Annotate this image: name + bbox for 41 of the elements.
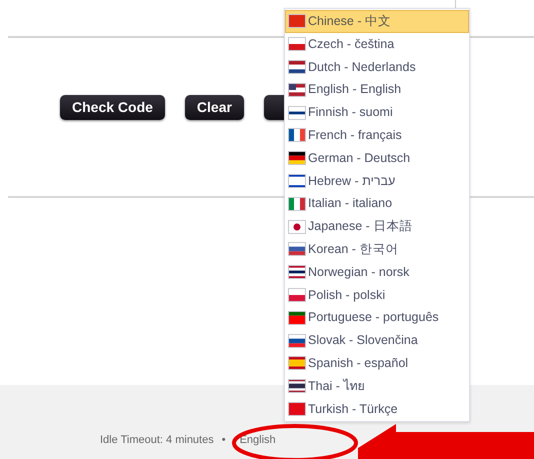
flag-icon xyxy=(288,14,306,28)
language-option[interactable]: Slovak - Slovenčina xyxy=(285,329,469,352)
language-option[interactable]: Italian - italiano xyxy=(285,192,469,216)
language-option[interactable]: Dutch - Nederlands xyxy=(285,56,469,78)
language-option[interactable]: Hebrew - עברית xyxy=(285,170,469,192)
language-option[interactable]: German - Deutsch xyxy=(285,146,469,170)
language-option[interactable]: Portuguese - português xyxy=(285,306,469,330)
language-option[interactable]: Turkish - Türkçe xyxy=(285,398,469,420)
flag-icon xyxy=(288,334,306,348)
flag-icon xyxy=(288,174,306,188)
flag-icon xyxy=(288,242,306,256)
flag-icon xyxy=(288,151,306,166)
idle-timeout-text: Idle Timeout: 4 minutes xyxy=(100,433,214,448)
language-option[interactable]: English - English xyxy=(285,78,469,102)
flag-icon xyxy=(288,128,306,142)
flag-icon xyxy=(288,82,306,97)
flag-icon xyxy=(288,220,306,234)
action-button[interactable]: Clear xyxy=(184,95,244,120)
flag-icon xyxy=(288,37,306,52)
language-option[interactable]: Japanese - 日本語 xyxy=(285,215,469,238)
language-option[interactable]: Spanish - español xyxy=(285,352,469,375)
flag-icon xyxy=(288,196,306,211)
language-option[interactable]: Norwegian - norsk xyxy=(285,260,469,284)
language-option[interactable]: Czech - čeština xyxy=(285,32,469,56)
flag-icon xyxy=(288,310,306,325)
flag-icon xyxy=(288,106,306,120)
language-option[interactable]: Korean - 한국어 xyxy=(285,238,469,261)
flag-icon xyxy=(288,265,306,280)
language-option[interactable]: French - français xyxy=(285,124,469,147)
flag-icon xyxy=(288,402,306,416)
language-option[interactable]: Chinese - 中文 xyxy=(285,10,469,33)
language-option[interactable]: Polish - polski xyxy=(285,284,469,306)
language-option[interactable]: Thai - ไทย xyxy=(285,374,469,398)
separator-dot: • xyxy=(222,433,226,448)
language-option[interactable]: Finnish - suomi xyxy=(285,101,469,124)
language-link[interactable]: English xyxy=(240,432,276,448)
flag-icon xyxy=(288,356,306,370)
flag-icon xyxy=(288,288,306,302)
action-button[interactable]: Check Code xyxy=(60,95,165,120)
flag-icon xyxy=(288,60,306,74)
flag-icon xyxy=(288,379,306,394)
